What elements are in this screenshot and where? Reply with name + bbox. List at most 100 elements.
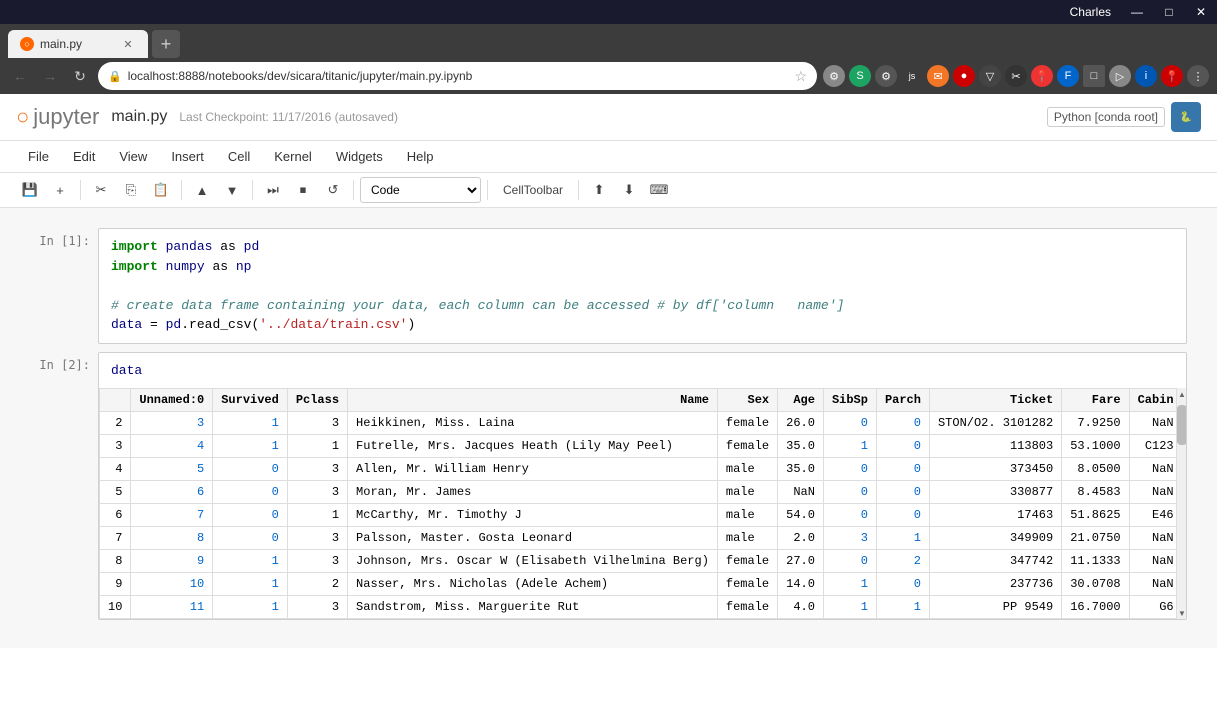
fast-forward-button[interactable]: ⏭ bbox=[259, 177, 287, 203]
cell-2-output: Unnamed:0SurvivedPclassNameSexAgeSibSpPa… bbox=[99, 388, 1186, 619]
table-cell: 0 bbox=[823, 412, 876, 435]
menu-help[interactable]: Help bbox=[395, 141, 446, 173]
notebook-filename[interactable]: main.py bbox=[111, 108, 167, 126]
scroll-up-arrow[interactable]: ▲ bbox=[1177, 388, 1186, 400]
ext-icon-11[interactable]: □ bbox=[1083, 65, 1105, 87]
table-header-1: Unnamed:0 bbox=[131, 389, 213, 412]
maximize-button[interactable]: □ bbox=[1153, 0, 1185, 24]
ext-icon-3[interactable]: ⚙ bbox=[875, 65, 897, 87]
ext-icon-7[interactable]: ▽ bbox=[979, 65, 1001, 87]
table-cell: 349909 bbox=[929, 527, 1061, 550]
back-button[interactable]: ← bbox=[8, 64, 32, 88]
table-cell: 27.0 bbox=[778, 550, 824, 573]
table-cell: 2 bbox=[876, 550, 929, 573]
table-cell: 35.0 bbox=[778, 458, 824, 481]
table-cell: McCarthy, Mr. Timothy J bbox=[348, 504, 718, 527]
upload-button[interactable]: ⬆ bbox=[585, 177, 613, 203]
scrollbar-thumb[interactable] bbox=[1177, 405, 1186, 445]
ext-icon-2[interactable]: S bbox=[849, 65, 871, 87]
stop-button[interactable]: ⏹ bbox=[289, 177, 317, 203]
ext-icon-10[interactable]: F bbox=[1057, 65, 1079, 87]
keyboard-button[interactable]: ⌨ bbox=[645, 177, 673, 203]
ext-icon-13[interactable]: i bbox=[1135, 65, 1157, 87]
ext-icon-12[interactable]: ▷ bbox=[1109, 65, 1131, 87]
cell-1-label: In [1]: bbox=[30, 228, 90, 344]
table-cell: 7 bbox=[131, 504, 213, 527]
cell-2: In [2]: data Unnamed:0SurvivedPclassName… bbox=[0, 352, 1217, 621]
new-tab-button[interactable]: + bbox=[152, 30, 180, 58]
table-cell: 8.4583 bbox=[1062, 481, 1129, 504]
move-up-button[interactable]: ▲ bbox=[188, 177, 216, 203]
jupyter-logo-text: jupyter bbox=[33, 104, 99, 130]
cell-type-select[interactable]: Code Markdown Raw NBConvert bbox=[360, 177, 481, 203]
table-row: 3411Futrelle, Mrs. Jacques Heath (Lily M… bbox=[100, 435, 1187, 458]
table-cell: 3 bbox=[287, 596, 347, 619]
cell-2-body[interactable]: data Unnamed:0SurvivedPclassNameSexAgeSi… bbox=[98, 352, 1187, 621]
minimize-button[interactable]: — bbox=[1121, 0, 1153, 24]
table-cell: 1 bbox=[287, 435, 347, 458]
ext-icon-14[interactable]: 📍 bbox=[1161, 65, 1183, 87]
ext-icon-5[interactable]: ✉ bbox=[927, 65, 949, 87]
cell-1-code[interactable]: import pandas as pd import numpy as np #… bbox=[99, 229, 1186, 343]
menu-icon[interactable]: ⋮ bbox=[1187, 65, 1209, 87]
table-cell: 8.0500 bbox=[1062, 458, 1129, 481]
address-bar[interactable]: 🔒 localhost:8888/notebooks/dev/sicara/ti… bbox=[98, 62, 817, 90]
table-cell: STON/O2. 3101282 bbox=[929, 412, 1061, 435]
table-cell: 1 bbox=[213, 435, 288, 458]
browser-chrome: ○ main.py ✕ + ← → ↻ 🔒 localhost:8888/not… bbox=[0, 24, 1217, 94]
kernel-badge[interactable]: Python [conda root] bbox=[1047, 107, 1165, 127]
tab-close-button[interactable]: ✕ bbox=[120, 36, 136, 52]
restart-button[interactable]: ↺ bbox=[319, 177, 347, 203]
celltoolbar-button[interactable]: CellToolbar bbox=[494, 177, 572, 203]
menu-view[interactable]: View bbox=[107, 141, 159, 173]
table-cell: Nasser, Mrs. Nicholas (Adele Achem) bbox=[348, 573, 718, 596]
scrollbar[interactable]: ▲ ▼ bbox=[1176, 388, 1186, 619]
refresh-button[interactable]: ↻ bbox=[68, 64, 92, 88]
table-cell: 3 bbox=[823, 527, 876, 550]
menu-edit[interactable]: Edit bbox=[61, 141, 107, 173]
scroll-down-arrow[interactable]: ▼ bbox=[1177, 607, 1186, 619]
forward-button[interactable]: → bbox=[38, 64, 62, 88]
cut-button[interactable]: ✂ bbox=[87, 177, 115, 203]
ext-icon-8[interactable]: ✂ bbox=[1005, 65, 1027, 87]
table-row: 101113Sandstrom, Miss. Marguerite Rutfem… bbox=[100, 596, 1187, 619]
toolbar-sep-4 bbox=[353, 180, 354, 200]
copy-button[interactable]: ⎘ bbox=[117, 177, 145, 203]
table-cell: 5 bbox=[100, 481, 131, 504]
tab-bar: ○ main.py ✕ + bbox=[0, 24, 1217, 58]
table-cell: 0 bbox=[876, 573, 929, 596]
table-cell: 1 bbox=[213, 550, 288, 573]
jupyter-logo-icon: ○ bbox=[16, 104, 29, 130]
download-button[interactable]: ⬇ bbox=[615, 177, 643, 203]
tab-title: main.py bbox=[40, 37, 114, 51]
table-cell: Johnson, Mrs. Oscar W (Elisabeth Vilhelm… bbox=[348, 550, 718, 573]
menu-kernel[interactable]: Kernel bbox=[262, 141, 324, 173]
menu-file[interactable]: File bbox=[16, 141, 61, 173]
ext-icon-4[interactable]: js bbox=[901, 65, 923, 87]
menu-cell[interactable]: Cell bbox=[216, 141, 262, 173]
active-tab[interactable]: ○ main.py ✕ bbox=[8, 30, 148, 58]
cell-2-code[interactable]: data bbox=[99, 353, 1186, 389]
ext-icon-1[interactable]: ⚙ bbox=[823, 65, 845, 87]
move-down-button[interactable]: ▼ bbox=[218, 177, 246, 203]
table-cell: NaN bbox=[1129, 481, 1182, 504]
table-cell: 3 bbox=[131, 412, 213, 435]
table-cell: 16.7000 bbox=[1062, 596, 1129, 619]
table-cell: 373450 bbox=[929, 458, 1061, 481]
url-text: localhost:8888/notebooks/dev/sicara/tita… bbox=[128, 69, 789, 83]
table-row: 2313Heikkinen, Miss. Lainafemale26.000ST… bbox=[100, 412, 1187, 435]
table-cell: 11 bbox=[131, 596, 213, 619]
bookmark-icon[interactable]: ☆ bbox=[794, 68, 807, 85]
cell-1-body[interactable]: import pandas as pd import numpy as np #… bbox=[98, 228, 1187, 344]
ext-icon-6[interactable]: ● bbox=[953, 65, 975, 87]
close-button[interactable]: ✕ bbox=[1185, 0, 1217, 24]
add-cell-button[interactable]: + bbox=[46, 177, 74, 203]
paste-button[interactable]: 📋 bbox=[147, 177, 175, 203]
table-cell: E46 bbox=[1129, 504, 1182, 527]
table-cell: 4 bbox=[100, 458, 131, 481]
menu-insert[interactable]: Insert bbox=[159, 141, 216, 173]
table-cell: 2.0 bbox=[778, 527, 824, 550]
save-button[interactable]: 💾 bbox=[16, 177, 44, 203]
menu-widgets[interactable]: Widgets bbox=[324, 141, 395, 173]
ext-icon-9[interactable]: 📍 bbox=[1031, 65, 1053, 87]
